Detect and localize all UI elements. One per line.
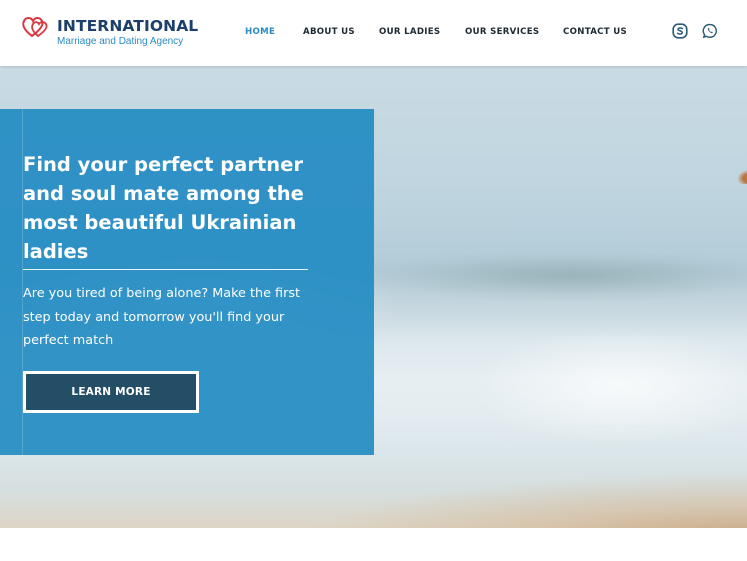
nav-about-us[interactable]: ABOUT US	[303, 27, 355, 37]
logo-title: INTERNATIONAL	[57, 17, 199, 35]
promo-panel: Find your perfect partner and soul mate …	[0, 109, 374, 455]
nav-contact-us[interactable]: CONTACT US	[563, 27, 627, 37]
learn-more-button[interactable]: LEARN MORE	[23, 371, 199, 413]
hero-background-figure	[738, 170, 747, 184]
whatsapp-icon[interactable]	[702, 23, 718, 39]
hero-background-sand	[300, 471, 747, 528]
page-content-start	[0, 528, 747, 561]
hero-background-wave	[360, 251, 747, 301]
hearts-icon	[22, 17, 48, 38]
hero-heading: Find your perfect partner and soul mate …	[23, 153, 304, 263]
logo-subtitle: Marriage and Dating Agency	[57, 36, 184, 47]
hero-text: Are you tired of being alone? Make the f…	[23, 286, 301, 348]
hero-banner: Find your perfect partner and soul mate …	[0, 66, 747, 528]
skype-icon[interactable]	[672, 23, 688, 39]
nav-our-services[interactable]: OUR SERVICES	[465, 27, 539, 37]
nav-our-ladies[interactable]: OUR LADIES	[379, 27, 440, 37]
hero-background-foam	[470, 326, 747, 446]
logo[interactable]: INTERNATIONAL Marriage and Dating Agency	[22, 16, 199, 48]
divider	[23, 269, 308, 270]
nav-home[interactable]: HOME	[245, 27, 275, 37]
site-header: INTERNATIONAL Marriage and Dating Agency…	[0, 0, 747, 66]
